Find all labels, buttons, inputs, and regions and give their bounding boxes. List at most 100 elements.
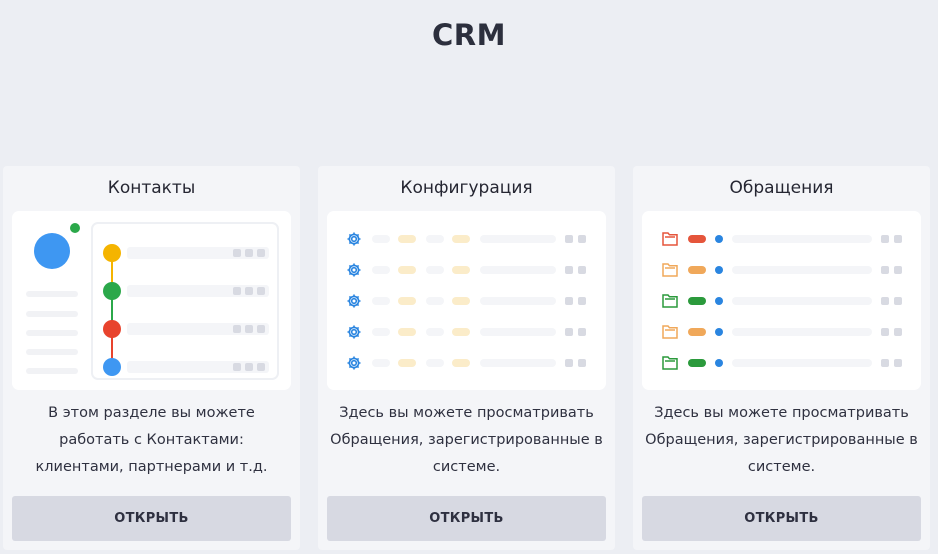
folder-icon (662, 231, 678, 246)
status-pill (688, 266, 706, 274)
placeholder-pill (480, 359, 556, 367)
placeholder-pill (372, 266, 390, 274)
placeholder-line (26, 349, 78, 355)
placeholder-square (233, 287, 241, 295)
placeholder-pill (398, 328, 416, 336)
placeholder-pill (732, 359, 872, 367)
config-row (327, 231, 606, 247)
config-row (327, 262, 606, 278)
card-title: Контакты (107, 178, 196, 198)
placeholder-square (578, 297, 586, 305)
request-row (642, 293, 921, 309)
card-description: В этом разделе вы можете работать с Конт… (35, 405, 268, 475)
timeline-node-icon (103, 320, 121, 338)
placeholder-square (894, 359, 902, 367)
status-pill (688, 235, 706, 243)
placeholder-pill (452, 297, 470, 305)
request-row (642, 324, 921, 340)
placeholder-square (565, 235, 573, 243)
placeholder-line (26, 291, 78, 297)
request-row (642, 355, 921, 371)
placeholder-pill (372, 297, 390, 305)
placeholder-square (233, 363, 241, 371)
section-cards: Контакты В этом разделе вы можете работа… (3, 166, 930, 550)
logo-text: CRM (432, 18, 506, 52)
card-title: Обращения (729, 178, 834, 198)
request-row (642, 262, 921, 278)
status-dot (715, 297, 723, 305)
placeholder-pill (372, 359, 390, 367)
placeholder-pill (426, 266, 444, 274)
status-pill (688, 328, 706, 336)
placeholder-square (565, 359, 573, 367)
card-configuration: Конфигурация Здесь вы можете просматрива… (318, 166, 615, 550)
timeline-node-icon (103, 282, 121, 300)
placeholder-pill (480, 235, 556, 243)
avatar-icon (34, 233, 70, 269)
placeholder-square (245, 287, 253, 295)
placeholder-pill (480, 328, 556, 336)
card-description: Здесь вы можете просматривать Обращения,… (645, 405, 918, 475)
placeholder-pill (480, 297, 556, 305)
placeholder-line (26, 330, 78, 336)
placeholder-square (257, 325, 265, 333)
status-dot (715, 266, 723, 274)
placeholder-pill (398, 266, 416, 274)
folder-icon (662, 324, 678, 339)
placeholder-square (257, 249, 265, 257)
open-contacts-button[interactable]: ОТКРЫТЬ (12, 496, 291, 541)
gear-icon (346, 293, 362, 309)
status-pill (688, 297, 706, 305)
placeholder-square (881, 328, 889, 336)
placeholder-pill (426, 297, 444, 305)
open-configuration-button[interactable]: ОТКРЫТЬ (327, 496, 606, 541)
placeholder-pill (452, 328, 470, 336)
folder-icon (662, 293, 678, 308)
gear-icon (346, 231, 362, 247)
placeholder-square (881, 297, 889, 305)
placeholder-line (26, 311, 78, 317)
placeholder-square (881, 266, 889, 274)
placeholder-square (894, 266, 902, 274)
placeholder-square (578, 235, 586, 243)
placeholder-pill (452, 359, 470, 367)
open-requests-button[interactable]: ОТКРЫТЬ (642, 496, 921, 541)
card-contacts: Контакты В этом разделе вы можете работа… (3, 166, 300, 550)
app-logo: CRM (0, 18, 938, 52)
placeholder-pill (398, 235, 416, 243)
placeholder-square (233, 249, 241, 257)
status-pill (688, 359, 706, 367)
placeholder-pill (452, 266, 470, 274)
folder-icon (662, 355, 678, 370)
placeholder-square (894, 328, 902, 336)
requests-preview (642, 211, 921, 390)
gear-icon (346, 324, 362, 340)
placeholder-pill (732, 328, 872, 336)
gear-icon (346, 262, 362, 278)
configuration-preview (327, 211, 606, 390)
placeholder-pill (372, 235, 390, 243)
placeholder-square (894, 235, 902, 243)
placeholder-pill (426, 235, 444, 243)
placeholder-square (565, 297, 573, 305)
placeholder-square (578, 266, 586, 274)
request-row (642, 231, 921, 247)
placeholder-pill (452, 235, 470, 243)
placeholder-square (578, 359, 586, 367)
gear-icon (346, 355, 362, 371)
placeholder-square (245, 363, 253, 371)
placeholder-pill (426, 328, 444, 336)
folder-icon (662, 262, 678, 277)
config-row (327, 293, 606, 309)
placeholder-pill (426, 359, 444, 367)
online-status-icon (70, 223, 80, 233)
placeholder-square (565, 328, 573, 336)
placeholder-line (26, 368, 78, 374)
placeholder-square (565, 266, 573, 274)
placeholder-square (245, 249, 253, 257)
placeholder-square (233, 325, 241, 333)
placeholder-pill (398, 297, 416, 305)
placeholder-pill (398, 359, 416, 367)
placeholder-pill (372, 328, 390, 336)
config-row (327, 355, 606, 371)
